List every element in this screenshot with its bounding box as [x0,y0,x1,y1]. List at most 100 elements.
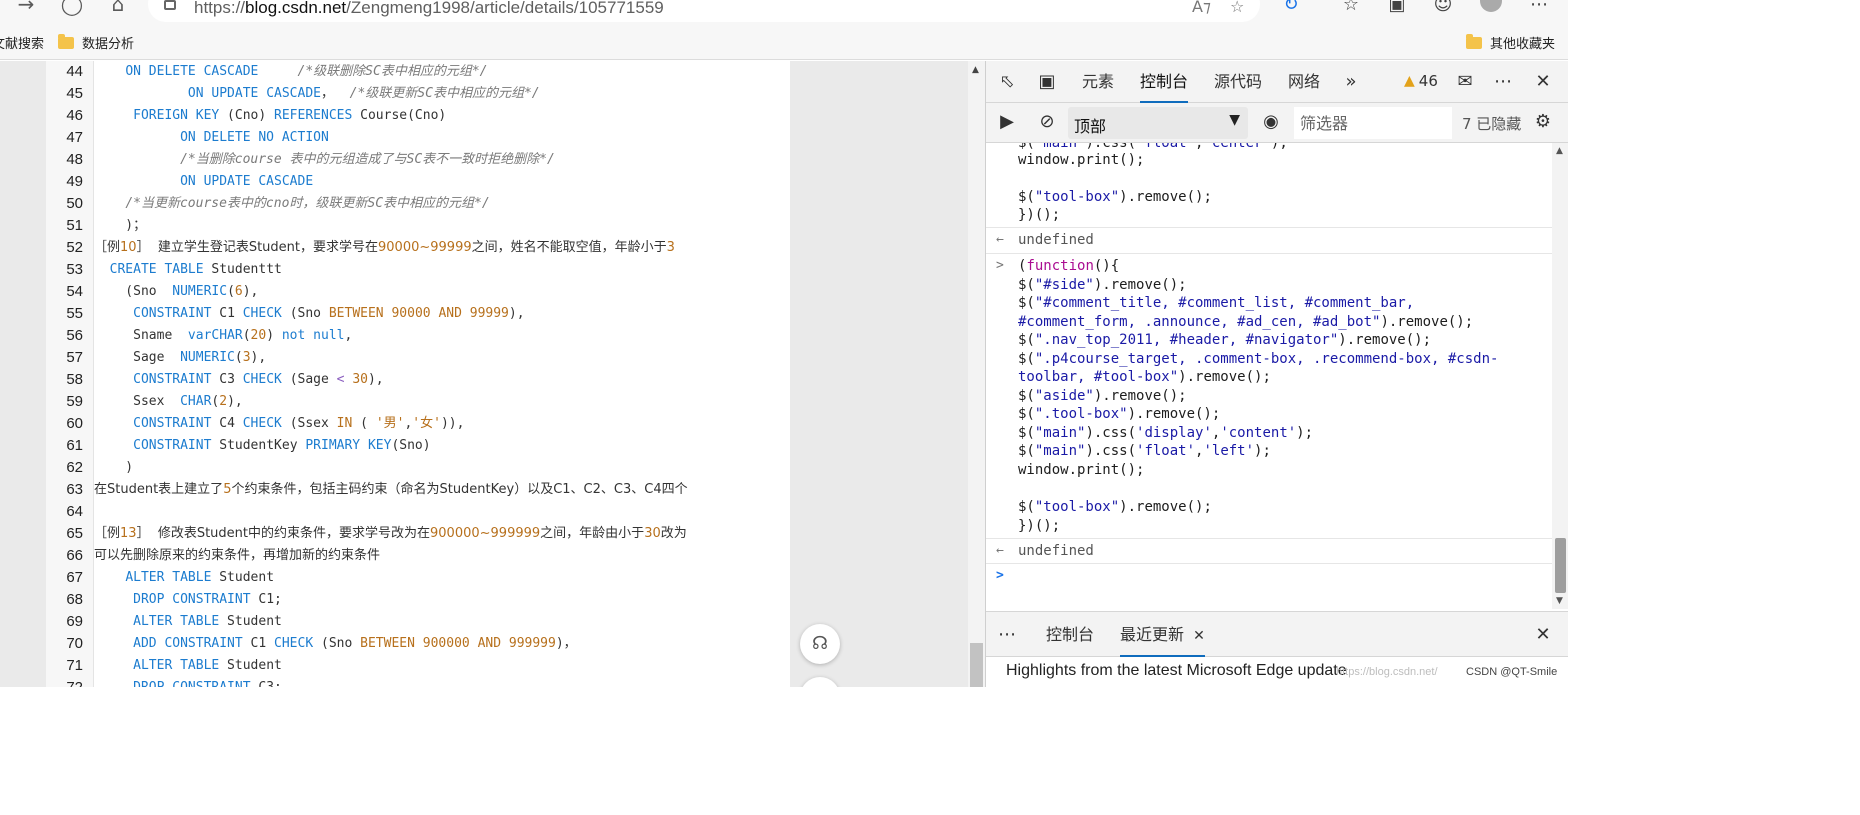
gear-icon[interactable]: ⚙ [1530,110,1556,134]
drawer-tab-console[interactable]: 控制台 [1046,612,1094,657]
page-scrollbar[interactable]: ▲ [968,61,985,687]
url-text[interactable]: https://blog.csdn.net/Zengmeng1998/artic… [194,0,664,18]
sidebar-toggle-icon[interactable]: ▶ [994,110,1020,134]
scrollbar-thumb[interactable] [970,643,983,687]
collections-icon[interactable]: ▣ [1386,0,1408,15]
line-number: 66 [66,547,83,564]
code-line: )； [94,218,147,233]
code-line: Ssex CHAR(2), [94,394,243,409]
other-favorites-folder[interactable]: 其他收藏夹 [1466,33,1555,52]
console-result: undefined [1018,543,1094,559]
line-number: 67 [66,569,83,586]
line-number: 68 [66,591,83,608]
customer-service-button[interactable]: ☊ [800,624,840,664]
console-line: $(".nav_top_2011, #header, #navigator").… [1018,332,1432,348]
console-separator [986,563,1554,564]
console-separator [986,227,1554,228]
line-number: 55 [66,305,83,322]
refresh-icon[interactable]: ◯ [60,0,84,16]
code-line: (Sno NUMERIC(6), [94,284,259,299]
tab-elements[interactable]: 元素 [1082,61,1114,103]
tab-console[interactable]: 控制台 [1140,61,1189,103]
code-line: DROP CONSTRAINT C3; [94,677,282,687]
code-line: DROP CONSTRAINT C1; [133,592,282,607]
code-line: ALTER TABLE Student [125,570,275,585]
close-drawer-icon[interactable]: ✕ [1530,623,1556,647]
code-line: CREATE TABLE Studenttt [109,262,282,277]
code-line: ON UPDATE CASCADE， /*级联更新SC表中相应的元组*/ [187,86,540,101]
console-prompt-icon[interactable]: > [996,568,1004,583]
result-arrow-icon: ← [996,232,1004,247]
console-line: })(); [1018,518,1061,534]
folder-icon [1466,33,1482,49]
code-line: ON DELETE NO ACTION [180,130,329,145]
profile-icon[interactable]: ☺ [1432,0,1454,15]
read-aloud-icon[interactable]: A⁊ [1192,0,1211,16]
code-line: CONSTRAINT C3 CHECK (Sage < 30), [133,372,384,387]
console-separator [986,538,1554,539]
bookmark-label: 其他收藏夹 [1490,36,1556,51]
warning-counter[interactable]: ▲ 46 [1404,72,1438,90]
drawer-tab-whats-new[interactable]: 最近更新 ✕ [1120,612,1205,657]
line-number: 64 [66,503,83,520]
code-line: FOREIGN KEY (Cno) REFERENCES Course(Cno) [133,108,447,123]
inspect-element-icon[interactable]: ⬁ [994,70,1020,94]
console-line: $(".tool-box").remove(); [1018,406,1221,422]
code-line: ［例10］ 建立学生登记表Student，要求学号在90000~99999之间，… [94,240,675,255]
avatar[interactable] [1480,0,1502,12]
chevron-down-icon: ▼ [1229,112,1240,128]
scrollbar-thumb[interactable] [1555,538,1566,593]
console-result: undefined [1018,232,1094,248]
favorites-icon[interactable]: ☆ [1340,0,1362,15]
feedback-icon[interactable]: ✉ [1452,70,1478,94]
bookmark-partial[interactable]: 文献搜索 [0,33,44,52]
device-emulation-icon[interactable]: ▣ [1034,70,1060,94]
console-input[interactable] [1018,567,1538,586]
console-line: $("main").css('display','content'); [1018,425,1314,441]
filter-text-field[interactable] [1294,107,1452,139]
more-options-icon[interactable]: ⋯ [1490,70,1516,94]
console-line: window.print(); [1018,462,1145,478]
console-scrollbar[interactable]: ▲ ▼ [1552,143,1568,609]
filter-input[interactable] [1294,107,1452,139]
back-icon[interactable]: → [14,0,38,16]
bookmark-folder[interactable]: 数据分析 [58,33,134,52]
float-button[interactable] [800,677,840,687]
code-line: ON DELETE CASCADE /*级联删除SC表中相应的元组*/ [125,64,488,79]
console-separator [986,253,1554,254]
headset-icon: ☊ [812,633,828,654]
address-bar[interactable]: https://blog.csdn.net/Zengmeng1998/artic… [148,0,1260,22]
line-number: 70 [66,635,83,652]
code-line: /*当更新course表中的cno时，级联更新SC表中相应的元组*/ [125,196,490,211]
console-line: $("aside").remove(); [1018,388,1187,404]
live-expression-eye-icon[interactable]: ◉ [1258,110,1284,134]
line-number: 57 [66,349,83,366]
context-selector[interactable]: 顶部 ▼ [1068,107,1248,139]
scroll-up-arrow-icon[interactable]: ▲ [1556,146,1563,156]
url-scheme: https:// [194,0,246,17]
line-number: 52 [66,239,83,256]
tab-sources[interactable]: 源代码 [1214,61,1262,103]
code-line: ALTER TABLE Student [133,658,282,673]
close-devtools-icon[interactable]: ✕ [1530,70,1556,94]
favorite-star-icon[interactable]: ☆ [1230,0,1244,16]
close-tab-icon[interactable]: ✕ [1193,628,1205,644]
scroll-up-arrow-icon[interactable]: ▲ [972,65,979,75]
url-host: blog.csdn.net [245,0,347,17]
tab-network[interactable]: 网络 [1288,61,1320,103]
clear-console-icon[interactable]: ⊘ [1034,110,1060,134]
home-icon[interactable]: ⌂ [106,0,130,16]
line-number: 47 [66,129,83,146]
article-code-block: 44 45 46 47 48 49 50 51 52 53 54 55 56 57 58 59 60 61 62 63… [46,61,790,687]
expand-arrow-icon[interactable]: > [996,258,1004,273]
scroll-down-arrow-icon[interactable]: ▼ [1556,596,1563,606]
line-number: 54 [66,283,83,300]
drawer-more-icon[interactable]: ⋯ [994,623,1020,647]
code-line: ADD CONSTRAINT C1 CHECK (Sno BETWEEN 900… [133,636,577,651]
console-line: $("#side").remove(); [1018,277,1187,293]
sync-icon[interactable]: ↻ [1280,0,1302,15]
more-icon[interactable]: ⋯ [1528,0,1550,15]
more-tabs-icon[interactable]: » [1338,70,1364,94]
hidden-messages-count[interactable]: 7 已隐藏 [1462,113,1521,134]
warning-icon: ▲ [1404,73,1415,89]
